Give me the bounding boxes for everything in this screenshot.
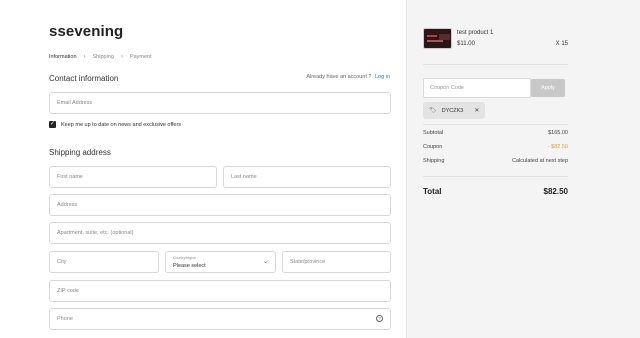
country-label: Country/region bbox=[173, 256, 196, 260]
total-value: $82.50 bbox=[543, 187, 568, 196]
total-label: Total bbox=[423, 187, 442, 196]
order-summary-panel: test product 1 $11.00 X 15 Coupon Code A… bbox=[407, 0, 640, 338]
phone-help-icon[interactable]: ? bbox=[376, 315, 383, 322]
product-name: test product 1 bbox=[457, 30, 494, 36]
country-select[interactable]: Country/region Please select ⌄ bbox=[165, 251, 276, 273]
phone-field[interactable]: Phone ? bbox=[49, 308, 391, 330]
apartment-field[interactable]: Apartment, suite, etc. (optional) bbox=[49, 222, 391, 244]
apply-button[interactable]: Apply bbox=[531, 79, 565, 97]
divider bbox=[423, 64, 568, 65]
breadcrumb: Information › Shipping › Payment bbox=[49, 54, 152, 60]
breadcrumb-shipping[interactable]: Shipping bbox=[93, 54, 114, 60]
coupon-discount-value: - $82.50 bbox=[547, 144, 568, 150]
city-field[interactable]: City bbox=[49, 251, 159, 273]
applied-coupon-tag: 🏷︎ DYCZK3 ✕ bbox=[423, 102, 486, 119]
address-field[interactable]: Address bbox=[49, 194, 391, 216]
chevron-down-icon: ⌄ bbox=[262, 259, 268, 265]
breadcrumb-information[interactable]: Information bbox=[49, 54, 77, 60]
breadcrumb-payment[interactable]: Payment bbox=[130, 54, 152, 60]
shipping-label: Shipping bbox=[423, 158, 445, 164]
shipping-heading: Shipping address bbox=[49, 148, 111, 157]
account-prompt: Already have an account ? Log in bbox=[190, 74, 390, 80]
subtotal-value: $165.00 bbox=[548, 130, 568, 136]
product-thumbnail bbox=[423, 28, 452, 49]
chevron-right-icon: › bbox=[83, 54, 86, 60]
divider bbox=[423, 176, 568, 177]
tag-icon: 🏷︎ bbox=[429, 108, 437, 114]
zip-field[interactable]: ZIP code bbox=[49, 280, 391, 302]
subtotal-row: Subtotal $165.00 bbox=[423, 130, 568, 136]
divider bbox=[423, 124, 568, 125]
newsletter-label: Keep me up to date on news and exclusive… bbox=[61, 121, 182, 128]
coupon-input[interactable]: Coupon Code bbox=[423, 78, 531, 98]
applied-coupon-code: DYCZK3 bbox=[441, 107, 464, 114]
country-value: Please select bbox=[173, 263, 206, 269]
subtotal-label: Subtotal bbox=[423, 130, 444, 136]
store-title: ssevening bbox=[49, 23, 124, 40]
close-icon[interactable]: ✕ bbox=[474, 107, 479, 114]
product-quantity: X 15 bbox=[555, 41, 568, 47]
checkout-form-panel: ssevening Information › Shipping › Payme… bbox=[0, 0, 407, 338]
state-field[interactable]: State/province bbox=[282, 251, 391, 273]
contact-heading: Contact information bbox=[49, 74, 119, 83]
first-name-field[interactable]: First name bbox=[49, 166, 217, 188]
phone-placeholder: Phone bbox=[57, 316, 73, 322]
chevron-right-icon: › bbox=[120, 54, 123, 60]
last-name-field[interactable]: Last name bbox=[223, 166, 391, 188]
email-field[interactable]: Email Address bbox=[49, 92, 391, 114]
account-prompt-text: Already have an account ? bbox=[306, 74, 372, 80]
newsletter-row: ✓ Keep me up to date on news and exclusi… bbox=[49, 121, 181, 128]
login-link[interactable]: Log in bbox=[375, 74, 390, 80]
total-row: Total $82.50 bbox=[423, 187, 568, 196]
product-price: $11.00 bbox=[457, 41, 475, 47]
newsletter-checkbox[interactable]: ✓ bbox=[49, 121, 56, 128]
shipping-row: Shipping Calculated at next step bbox=[423, 158, 568, 164]
coupon-label: Coupon bbox=[423, 144, 443, 150]
coupon-row: Coupon - $82.50 bbox=[423, 144, 568, 150]
shipping-value: Calculated at next step bbox=[512, 158, 568, 164]
